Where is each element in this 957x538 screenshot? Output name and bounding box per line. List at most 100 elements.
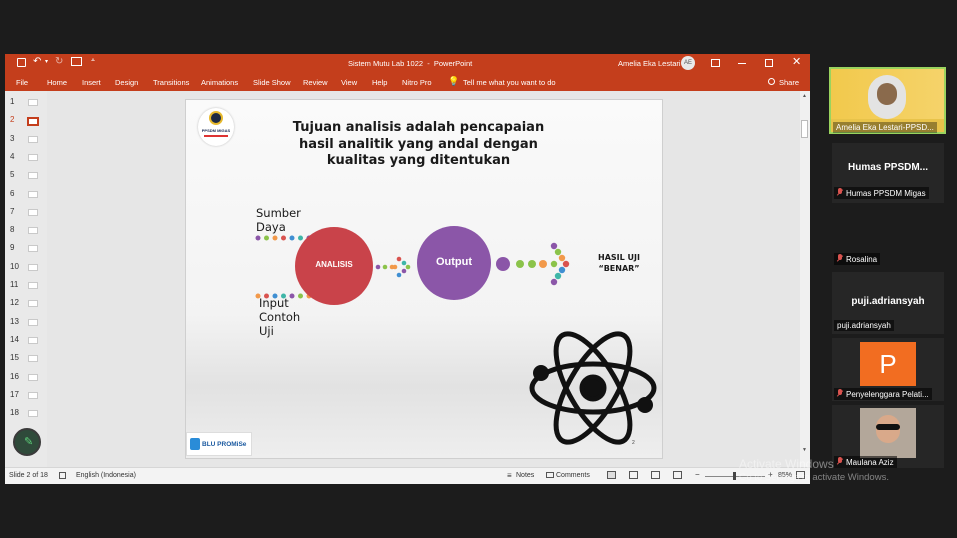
zoom-slider-thumb[interactable] — [733, 472, 736, 480]
ribbon-display-options-icon[interactable] — [711, 59, 720, 67]
user-name[interactable]: Amelia Eka Lestari — [618, 59, 681, 68]
scroll-thumb[interactable] — [801, 120, 808, 138]
slide-thumbnail[interactable] — [28, 245, 38, 253]
slide-canvas[interactable]: PPSDM MIGAS Tujuan analisis adalah penca… — [185, 99, 663, 459]
zoom-out-icon[interactable]: − — [695, 470, 700, 479]
participant-display-name: puji.adriansyah — [851, 296, 925, 307]
watermark-title: Activate Windows — [739, 457, 834, 471]
slide-thumbnail[interactable] — [28, 135, 38, 143]
thumbnail-number[interactable]: 3 — [10, 134, 24, 143]
thumbnail-number[interactable]: 7 — [10, 207, 24, 216]
activate-windows-watermark: Activate Windows Go to Settings to activ… — [739, 457, 889, 483]
vertical-scrollbar[interactable]: ▲ ▼ — [800, 91, 810, 467]
tab-design[interactable]: Design — [115, 78, 138, 87]
present-icon[interactable] — [71, 57, 82, 66]
slide-thumbnail[interactable] — [28, 153, 38, 161]
slide-thumbnail[interactable] — [28, 318, 38, 326]
thumbnail-number[interactable]: 1 — [10, 97, 24, 106]
slide-thumbnail[interactable] — [28, 227, 38, 235]
thumbnail-number[interactable]: 17 — [10, 390, 24, 399]
comments-icon[interactable] — [546, 472, 554, 478]
normal-view-icon[interactable] — [607, 471, 616, 479]
thumbnail-number[interactable]: 14 — [10, 335, 24, 344]
thumbnail-number[interactable]: 18 — [10, 408, 24, 417]
slide-thumbnail[interactable] — [28, 410, 38, 418]
tab-home[interactable]: Home — [47, 78, 67, 87]
minimize-icon[interactable] — [738, 63, 746, 64]
status-bar: Slide 2 of 18 English (Indonesia) ≡ Note… — [5, 467, 810, 484]
share-icon[interactable] — [768, 78, 775, 85]
slide-thumbnail[interactable] — [28, 208, 38, 216]
comments-button[interactable]: Comments — [556, 472, 590, 479]
tab-slide-show[interactable]: Slide Show — [253, 78, 291, 87]
tab-transitions[interactable]: Transitions — [153, 78, 189, 87]
reading-view-icon[interactable] — [651, 471, 660, 479]
thumbnail-number[interactable]: 11 — [10, 280, 24, 289]
participant-tile-humas[interactable]: Humas PPSDM... Humas PPSDM Migas — [832, 143, 944, 203]
participant-name-label: Rosalina — [834, 253, 881, 265]
thumbnail-number[interactable]: 5 — [10, 170, 24, 179]
slideshow-view-icon[interactable] — [673, 471, 682, 479]
slide-thumbnail[interactable] — [28, 190, 38, 198]
thumbnail-number[interactable]: 12 — [10, 298, 24, 307]
slide-thumbnail[interactable] — [28, 282, 38, 289]
scroll-down-icon[interactable]: ▼ — [802, 447, 807, 453]
scroll-up-icon[interactable]: ▲ — [802, 93, 807, 99]
slide-thumbnail[interactable] — [28, 336, 38, 344]
lightbulb-icon[interactable]: 💡 — [448, 76, 459, 87]
slide-thumbnail[interactable] — [28, 355, 38, 363]
thumbnail-number[interactable]: 9 — [10, 243, 24, 252]
tab-view[interactable]: View — [341, 78, 357, 87]
restore-icon[interactable] — [765, 59, 773, 67]
tab-help[interactable]: Help — [372, 78, 387, 87]
spellcheck-icon[interactable] — [59, 472, 66, 479]
undo-icon[interactable]: ↶ — [33, 56, 41, 67]
tab-review[interactable]: Review — [303, 78, 328, 87]
arrow-head-dot — [554, 248, 562, 256]
input-dot — [298, 235, 303, 241]
tab-insert[interactable]: Insert — [82, 78, 101, 87]
tab-animations[interactable]: Animations — [201, 78, 238, 87]
participant-tile-rosalina[interactable]: Rosalina — [832, 208, 944, 268]
sunglasses-icon — [876, 424, 900, 430]
thumbnail-number[interactable]: 15 — [10, 353, 24, 362]
tab-nitro-pro[interactable]: Nitro Pro — [402, 78, 432, 87]
participant-tile-amelia[interactable]: Amelia Eka Lestari-PPSD... — [829, 67, 946, 134]
thumbnail-number[interactable]: 13 — [10, 317, 24, 326]
slide-sorter-icon[interactable] — [629, 471, 638, 479]
notes-icon[interactable]: ≡ — [507, 471, 512, 480]
arrow-head-dot — [550, 260, 558, 268]
thumbnail-number[interactable]: 6 — [10, 189, 24, 198]
participant-tile-puji[interactable]: puji.adriansyah puji.adriansyah — [832, 272, 944, 334]
undo-dropdown-icon[interactable]: ▾ — [45, 58, 48, 65]
slide-thumbnail[interactable] — [28, 99, 38, 106]
close-icon[interactable]: ✕ — [792, 55, 801, 68]
annotate-pen-button[interactable]: ✎ — [13, 428, 41, 456]
thumbnail-number[interactable]: 16 — [10, 372, 24, 381]
redo-icon[interactable]: ↻ — [55, 56, 63, 67]
arrow-head-dot — [558, 266, 566, 274]
slide-thumbnail[interactable] — [28, 263, 38, 271]
thumbnail-number[interactable]: 10 — [10, 262, 24, 271]
thumbnail-number[interactable]: 4 — [10, 152, 24, 161]
thumbnail-number[interactable]: 8 — [10, 225, 24, 234]
customize-qat-icon[interactable]: ⩡ — [91, 57, 95, 65]
arrow-head-dot — [392, 264, 398, 270]
slide-thumbnail[interactable] — [28, 373, 38, 381]
notes-button[interactable]: Notes — [516, 472, 534, 479]
share-button[interactable]: Share — [779, 78, 799, 87]
tell-me-search[interactable]: Tell me what you want to do — [463, 78, 556, 87]
language[interactable]: English (Indonesia) — [76, 472, 136, 479]
save-icon[interactable] — [17, 58, 26, 67]
user-avatar[interactable]: AE — [681, 56, 695, 70]
tab-file[interactable]: File — [16, 78, 28, 87]
arrow-head-dot — [405, 264, 411, 270]
thumbnail-number[interactable]: 2 — [10, 115, 24, 124]
slide-thumbnail[interactable] — [28, 300, 38, 308]
slide-thumbnail[interactable] — [28, 172, 38, 180]
powerpoint-window: ↶ ▾ ↻ ⩡ Sistem Mutu Lab 1022 - PowerPoin… — [5, 54, 810, 484]
slide-thumbnail[interactable] — [27, 117, 39, 127]
participant-tile-penyelenggara[interactable]: P Penyelenggara Pelati... — [832, 338, 944, 401]
blu-promise-logo: BLU PROMiSe — [186, 432, 252, 456]
slide-thumbnail[interactable] — [28, 391, 38, 399]
